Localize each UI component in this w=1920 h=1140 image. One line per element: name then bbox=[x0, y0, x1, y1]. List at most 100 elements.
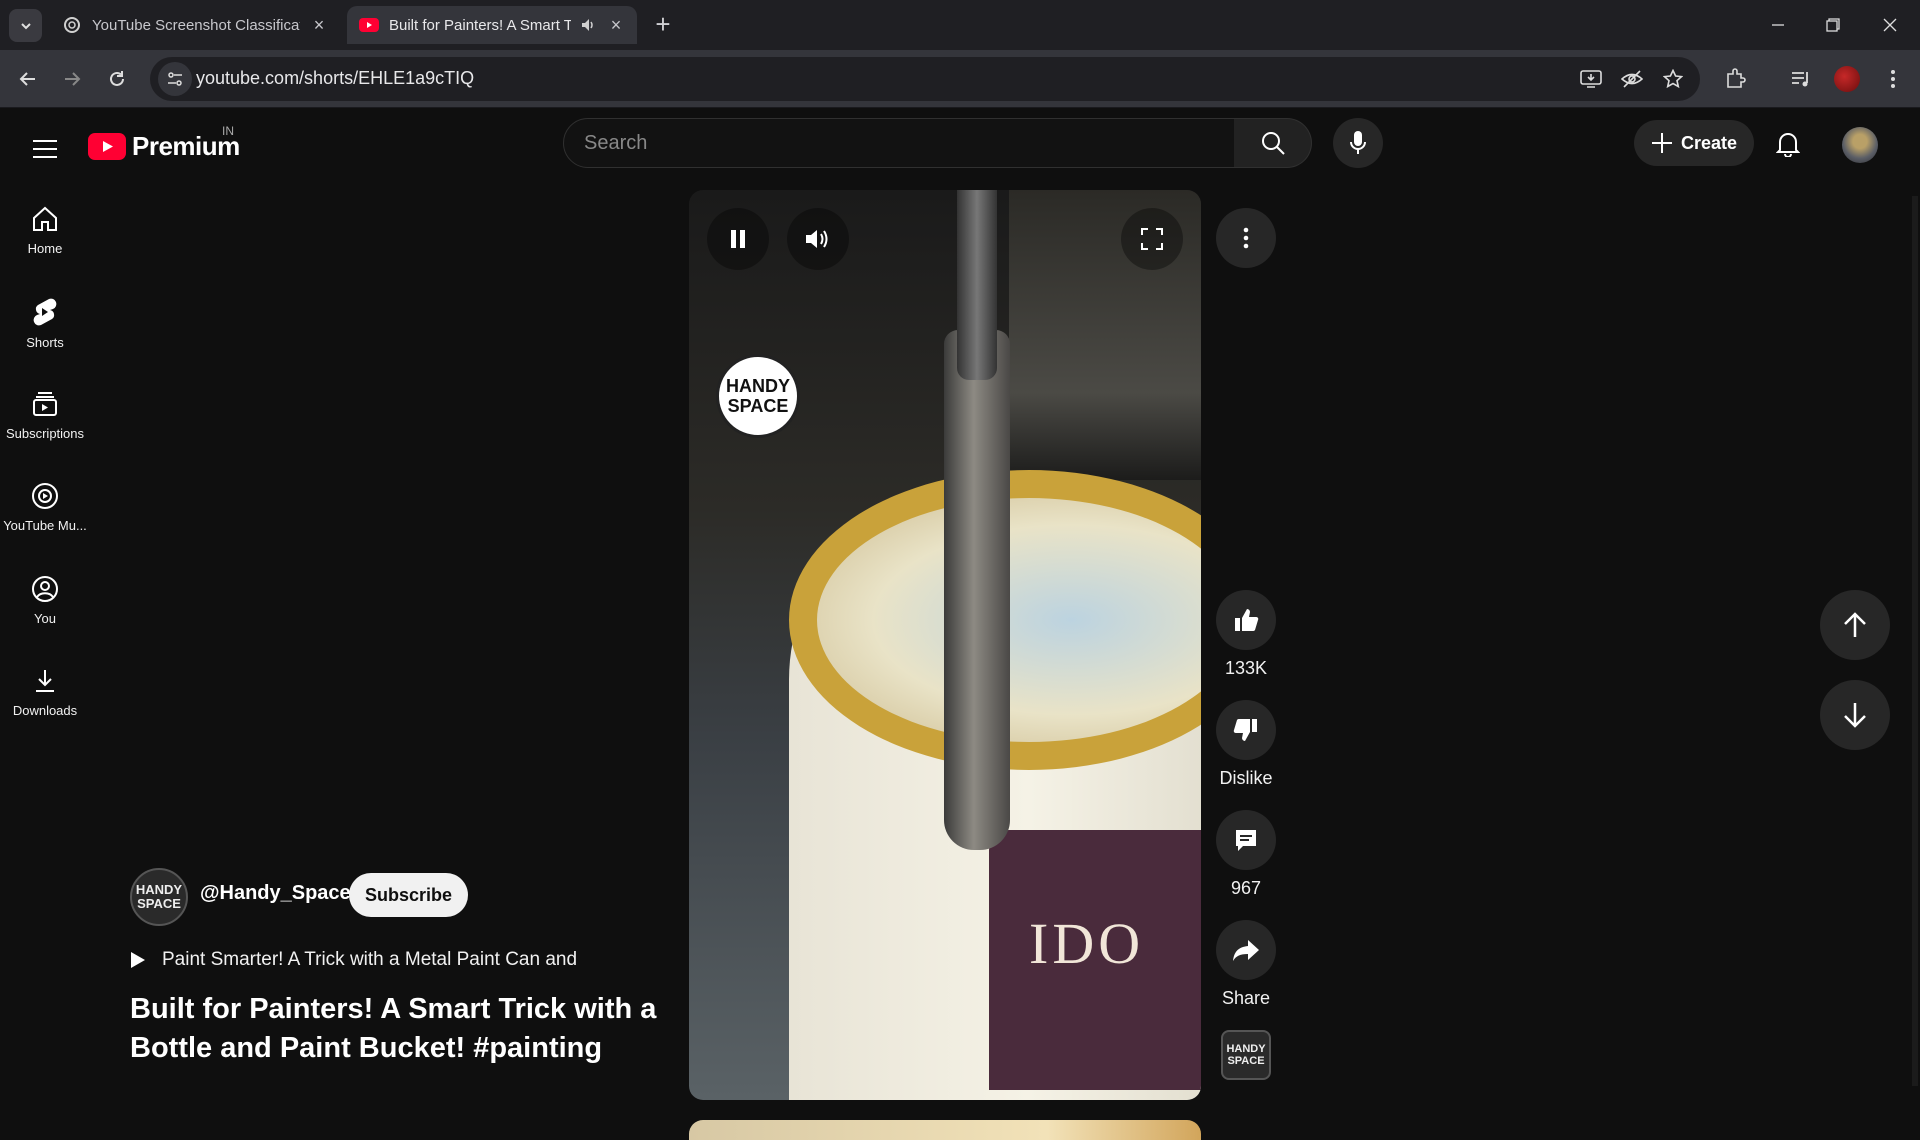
forward-icon[interactable] bbox=[55, 62, 89, 96]
tab-title: YouTube Screenshot Classificati bbox=[92, 16, 300, 34]
channel-watermark: HANDY SPACE bbox=[716, 354, 800, 438]
tab-close-icon[interactable]: × bbox=[310, 16, 328, 34]
browser-tab[interactable]: YouTube Screenshot Classificati × bbox=[50, 6, 340, 44]
thumbs-up-icon bbox=[1235, 609, 1259, 632]
back-icon[interactable] bbox=[11, 62, 45, 96]
tab-close-icon[interactable]: × bbox=[607, 16, 625, 34]
window-close-icon[interactable] bbox=[1870, 10, 1910, 40]
home-icon bbox=[33, 206, 57, 231]
share-button[interactable] bbox=[1216, 920, 1276, 980]
address-bar[interactable]: youtube.com/shorts/EHLE1a9cTIQ bbox=[150, 57, 1700, 101]
sidebar-item-label: You bbox=[34, 610, 56, 626]
subscriptions-icon bbox=[33, 391, 57, 416]
bucket-label-text: IDO bbox=[1029, 911, 1145, 976]
restore-icon[interactable] bbox=[1813, 10, 1853, 40]
search-button[interactable] bbox=[1234, 118, 1312, 168]
original-sound-thumbnail[interactable]: HANDY SPACE bbox=[1221, 1030, 1271, 1080]
sidebar-item-label: Downloads bbox=[12, 702, 78, 718]
sidebar-item-youtube-music[interactable]: YouTube Mu... bbox=[0, 467, 90, 547]
create-label: Create bbox=[1680, 132, 1738, 153]
chevron-down-icon bbox=[20, 22, 31, 29]
sidebar-item-shorts[interactable]: Shorts bbox=[0, 283, 90, 363]
sidebar-item-subscriptions[interactable]: Subscriptions bbox=[0, 375, 90, 455]
previous-short-button[interactable] bbox=[1820, 590, 1890, 660]
minimize-icon[interactable] bbox=[1758, 10, 1798, 40]
shorts-icon bbox=[33, 298, 57, 325]
plus-icon bbox=[1651, 133, 1672, 153]
share-label: Share bbox=[1221, 988, 1271, 1008]
youtube-logo-icon bbox=[88, 132, 126, 160]
extensions-icon[interactable] bbox=[1718, 62, 1752, 96]
notifications-bell-icon[interactable] bbox=[1768, 124, 1808, 164]
fullscreen-button[interactable] bbox=[1121, 208, 1183, 270]
page-scrollbar[interactable] bbox=[1912, 196, 1918, 1086]
tab-search-button[interactable] bbox=[9, 9, 42, 42]
video-metal-pipe bbox=[944, 330, 1010, 850]
search-input[interactable] bbox=[584, 119, 1204, 167]
account-avatar[interactable] bbox=[1842, 127, 1878, 163]
microphone-icon bbox=[1350, 131, 1366, 154]
reload-icon[interactable] bbox=[100, 62, 134, 96]
channel-avatar[interactable]: HANDY SPACE bbox=[130, 868, 188, 926]
create-button[interactable]: Create bbox=[1634, 120, 1754, 166]
new-tab-button[interactable]: + bbox=[650, 11, 676, 38]
voice-search-button[interactable] bbox=[1333, 118, 1383, 168]
subscribe-button[interactable]: Subscribe bbox=[349, 873, 468, 917]
share-icon bbox=[1233, 940, 1259, 961]
install-app-icon[interactable] bbox=[1578, 66, 1604, 92]
browser-toolbar: youtube.com/shorts/EHLE1a9cTIQ bbox=[0, 50, 1920, 108]
like-button[interactable] bbox=[1216, 590, 1276, 650]
url-text[interactable]: youtube.com/shorts/EHLE1a9cTIQ bbox=[196, 68, 474, 89]
arrow-down-icon bbox=[1844, 703, 1866, 728]
comment-count: 967 bbox=[1230, 878, 1262, 898]
arrow-up-icon bbox=[1844, 612, 1866, 637]
comments-button[interactable] bbox=[1216, 810, 1276, 870]
sidebar-item-label: YouTube Mu... bbox=[3, 517, 87, 533]
sidebar-item-label: Shorts bbox=[26, 334, 64, 350]
sidebar-item-you[interactable]: You bbox=[0, 560, 90, 640]
youtube-music-icon bbox=[32, 482, 58, 509]
playlist-text: Paint Smarter! A Trick with a Metal Pain… bbox=[162, 949, 578, 970]
sidebar-item-downloads[interactable]: Downloads bbox=[0, 652, 90, 732]
volume-button[interactable] bbox=[787, 208, 849, 270]
sound-line: SPACE bbox=[1227, 1055, 1265, 1067]
dislike-label: Dislike bbox=[1219, 768, 1273, 788]
pause-icon bbox=[731, 230, 745, 248]
tab-title: Built for Painters! A Smart T bbox=[389, 16, 571, 34]
browser-tabstrip: YouTube Screenshot Classificati × Built … bbox=[0, 0, 1920, 50]
next-short-preview[interactable] bbox=[689, 1120, 1201, 1140]
pause-button[interactable] bbox=[707, 208, 769, 270]
channel-handle[interactable]: @Handy_Space bbox=[200, 882, 351, 905]
hamburger-menu-icon[interactable] bbox=[26, 130, 64, 168]
country-code: IN bbox=[222, 124, 234, 138]
thumbs-down-icon bbox=[1233, 718, 1257, 741]
playlist-link[interactable]: Paint Smarter! A Trick with a Metal Pain… bbox=[130, 945, 577, 975]
next-short-button[interactable] bbox=[1820, 680, 1890, 750]
search-box bbox=[563, 118, 1235, 168]
profile-avatar[interactable] bbox=[1830, 62, 1864, 96]
browser-menu-icon[interactable] bbox=[1876, 62, 1910, 96]
tab-audio-icon[interactable] bbox=[581, 17, 597, 33]
sidebar-item-label: Home bbox=[27, 240, 63, 256]
volume-icon bbox=[806, 230, 828, 248]
shorts-video-player[interactable]: IDO HANDY SPACE bbox=[689, 190, 1201, 1100]
you-icon bbox=[32, 575, 58, 602]
youtube-premium-logo[interactable]: Premium bbox=[88, 128, 240, 164]
dislike-button[interactable] bbox=[1216, 700, 1276, 760]
avatar-line: SPACE bbox=[137, 896, 181, 911]
more-actions-button[interactable] bbox=[1216, 208, 1276, 268]
sound-line: HANDY bbox=[1226, 1043, 1266, 1055]
like-count: 133K bbox=[1224, 658, 1268, 678]
bookmark-star-icon[interactable] bbox=[1660, 66, 1686, 92]
youtube-favicon-icon bbox=[359, 15, 379, 35]
media-controls-icon[interactable] bbox=[1784, 62, 1818, 96]
tracking-protection-icon[interactable] bbox=[1619, 66, 1645, 92]
site-info-icon[interactable] bbox=[158, 62, 192, 96]
sidebar-item-home[interactable]: Home bbox=[0, 190, 90, 270]
fullscreen-icon bbox=[1141, 228, 1163, 250]
search-icon bbox=[1261, 132, 1285, 155]
comment-icon bbox=[1236, 830, 1256, 851]
avatar-line: HANDY bbox=[135, 882, 183, 897]
openai-favicon-icon bbox=[62, 15, 82, 35]
browser-tab-active[interactable]: Built for Painters! A Smart T × bbox=[347, 6, 637, 44]
